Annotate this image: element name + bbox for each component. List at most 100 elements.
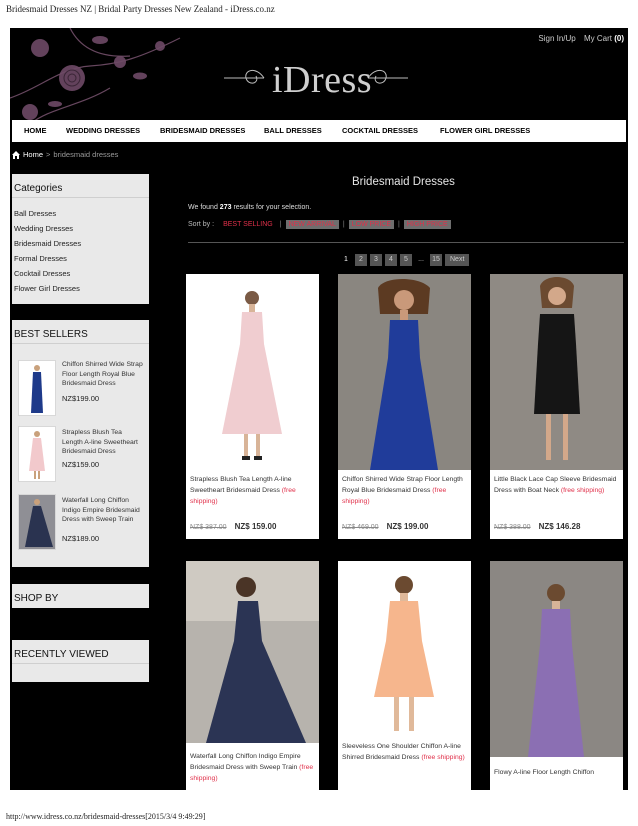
best-seller-thumbnail[interactable] — [18, 494, 56, 550]
category-flower-girl-dresses[interactable]: Flower Girl Dresses — [14, 281, 147, 296]
product-image[interactable] — [186, 274, 319, 470]
product-card[interactable]: Chiffon Shirred Wide Strap Floor Length … — [338, 274, 471, 539]
sort-high-price[interactable]: HIGH PRICE — [403, 220, 451, 229]
best-seller-name[interactable]: Chiffon Shirred Wide Strap Floor Length … — [62, 360, 144, 389]
divider — [188, 242, 624, 243]
best-seller-price: NZ$189.00 — [62, 534, 100, 543]
sort-separator: | — [342, 221, 345, 228]
category-ball-dresses[interactable]: Ball Dresses — [14, 206, 147, 221]
pagination: 1 2 3 4 5 ... 15 Next — [340, 254, 470, 266]
recently-viewed-title: RECENTLY VIEWED — [12, 640, 149, 664]
product-card[interactable]: Waterfall Long Chiffon Indigo Empire Bri… — [186, 561, 319, 790]
page-ellipsis: ... — [418, 256, 424, 263]
shop-by-panel[interactable]: SHOP BY — [12, 584, 149, 608]
best-seller-item[interactable]: Chiffon Shirred Wide Strap Floor Length … — [12, 354, 149, 422]
category-cocktail-dresses[interactable]: Cocktail Dresses — [14, 266, 147, 281]
sort-low-price[interactable]: LOW PRICE — [348, 220, 395, 229]
recently-viewed-panel: RECENTLY VIEWED — [12, 640, 149, 682]
results-count: 273 — [219, 204, 232, 211]
nav-bridesmaid-dresses[interactable]: BRIDESMAID DRESSES — [160, 126, 245, 135]
free-shipping-label: (free shipping) — [560, 487, 605, 494]
product-card[interactable]: Sleeveless One Shoulder Chiffon A-line S… — [338, 561, 471, 790]
breadcrumb-separator: > — [46, 150, 51, 159]
best-seller-item[interactable]: Strapless Blush Tea Length A-line Sweeth… — [12, 422, 149, 490]
sale-price: NZ$ 146.28 — [538, 522, 581, 531]
category-bridesmaid-dresses[interactable]: Bridesmaid Dresses — [14, 236, 147, 251]
page-15[interactable]: 15 — [430, 254, 442, 266]
product-name[interactable]: Chiffon Shirred Wide Strap Floor Length … — [342, 474, 470, 507]
best-seller-price: NZ$159.00 — [62, 460, 100, 469]
best-seller-name[interactable]: Strapless Blush Tea Length A-line Sweeth… — [62, 428, 144, 457]
page-5[interactable]: 5 — [400, 254, 412, 266]
best-seller-item[interactable]: Waterfall Long Chiffon Indigo Empire Bri… — [12, 490, 149, 558]
product-name[interactable]: Sleeveless One Shoulder Chiffon A-line S… — [342, 741, 470, 763]
cart-label: My Cart — [583, 34, 612, 43]
product-card[interactable]: Strapless Blush Tea Length A-line Sweeth… — [186, 274, 319, 539]
breadcrumb-home[interactable]: Home — [23, 150, 43, 159]
page-1: 1 — [344, 256, 348, 263]
nav-wedding-dresses[interactable]: WEDDING DRESSES — [66, 126, 140, 135]
product-image[interactable] — [338, 561, 471, 739]
document-footer-url: http://www.idress.co.nz/bridesmaid-dress… — [6, 812, 206, 821]
sort-best-selling[interactable]: BEST SELLING — [220, 220, 276, 229]
page-title: Bridesmaid Dresses — [352, 176, 455, 188]
nav-cocktail-dresses[interactable]: COCKTAIL DRESSES — [342, 126, 418, 135]
account-bar: Sign In/Up My Cart (0) — [532, 34, 624, 43]
breadcrumb: Home > bridesmaid dresses — [12, 150, 118, 159]
sign-in-link[interactable]: Sign In/Up — [538, 34, 575, 43]
sort-new-arrival[interactable]: NEW ARRIVAL — [285, 220, 339, 229]
original-price: NZ$ 469.00 — [342, 524, 379, 531]
page-2[interactable]: 2 — [355, 254, 367, 266]
product-image[interactable] — [490, 561, 623, 757]
best-sellers-title: BEST SELLERS — [12, 320, 149, 344]
categories-list: Ball Dresses Wedding Dresses Bridesmaid … — [12, 198, 149, 296]
sort-separator: | — [398, 221, 400, 228]
free-shipping-label: (free shipping) — [421, 754, 465, 761]
floral-ornament-icon — [10, 28, 181, 124]
product-card[interactable]: Flowy A-line Floor Length Chiffon — [490, 561, 623, 790]
product-image[interactable] — [490, 274, 623, 470]
site-logo[interactable]: iDress — [272, 58, 372, 102]
best-seller-price: NZ$199.00 — [62, 394, 100, 403]
original-price: NZ$ 387.00 — [190, 524, 227, 531]
results-suffix: results for your selection. — [233, 204, 312, 211]
product-name[interactable]: Strapless Blush Tea Length A-line Sweeth… — [190, 474, 318, 507]
sort-bar: Sort by : BEST SELLING | NEW ARRIVAL | L… — [188, 220, 453, 229]
main-nav: HOME WEDDING DRESSES BRIDESMAID DRESSES … — [12, 120, 626, 142]
product-price: NZ$ 388.00 NZ$ 146.28 — [494, 522, 580, 531]
product-name[interactable]: Waterfall Long Chiffon Indigo Empire Bri… — [190, 751, 318, 784]
site-header: iDress Sign In/Up My Cart (0) — [10, 28, 628, 124]
results-prefix: We found — [188, 204, 218, 211]
nav-home[interactable]: HOME — [24, 126, 47, 135]
best-sellers-panel: BEST SELLERS Chiffon Shirred Wide Strap … — [12, 320, 149, 567]
product-image[interactable] — [186, 561, 319, 743]
original-price: NZ$ 388.00 — [494, 524, 531, 531]
product-price: NZ$ 469.00 NZ$ 199.00 — [342, 522, 428, 531]
product-image[interactable] — [338, 274, 471, 470]
sort-separator: | — [279, 221, 282, 228]
best-seller-name[interactable]: Waterfall Long Chiffon Indigo Empire Bri… — [62, 496, 144, 525]
sale-price: NZ$ 159.00 — [234, 522, 277, 531]
document-title: Bridesmaid Dresses NZ | Bridal Party Dre… — [6, 4, 275, 14]
best-seller-thumbnail[interactable] — [18, 426, 56, 482]
home-icon — [12, 150, 20, 159]
product-name[interactable]: Little Black Lace Cap Sleeve Bridesmaid … — [494, 474, 622, 496]
page-frame: iDress Sign In/Up My Cart (0) HOME WEDDI… — [10, 28, 628, 790]
categories-panel: Categories Ball Dresses Wedding Dresses … — [12, 174, 149, 304]
cart-count: (0) — [614, 34, 624, 43]
nav-flower-girl-dresses[interactable]: FLOWER GIRL DRESSES — [440, 126, 530, 135]
best-seller-thumbnail[interactable] — [18, 360, 56, 416]
category-formal-dresses[interactable]: Formal Dresses — [14, 251, 147, 266]
nav-ball-dresses[interactable]: BALL DRESSES — [264, 126, 322, 135]
cart-link[interactable]: My Cart (0) — [584, 34, 624, 43]
categories-title: Categories — [12, 174, 149, 198]
next-page-button[interactable]: Next — [445, 254, 470, 266]
category-wedding-dresses[interactable]: Wedding Dresses — [14, 221, 147, 236]
product-name[interactable]: Flowy A-line Floor Length Chiffon — [494, 767, 622, 778]
shop-by-title: SHOP BY — [14, 593, 59, 604]
page-3[interactable]: 3 — [370, 254, 382, 266]
product-price: NZ$ 387.00 NZ$ 159.00 — [190, 522, 276, 531]
product-card[interactable]: Little Black Lace Cap Sleeve Bridesmaid … — [490, 274, 623, 539]
page-4[interactable]: 4 — [385, 254, 397, 266]
results-summary: We found 273 results for your selection. — [188, 204, 311, 211]
